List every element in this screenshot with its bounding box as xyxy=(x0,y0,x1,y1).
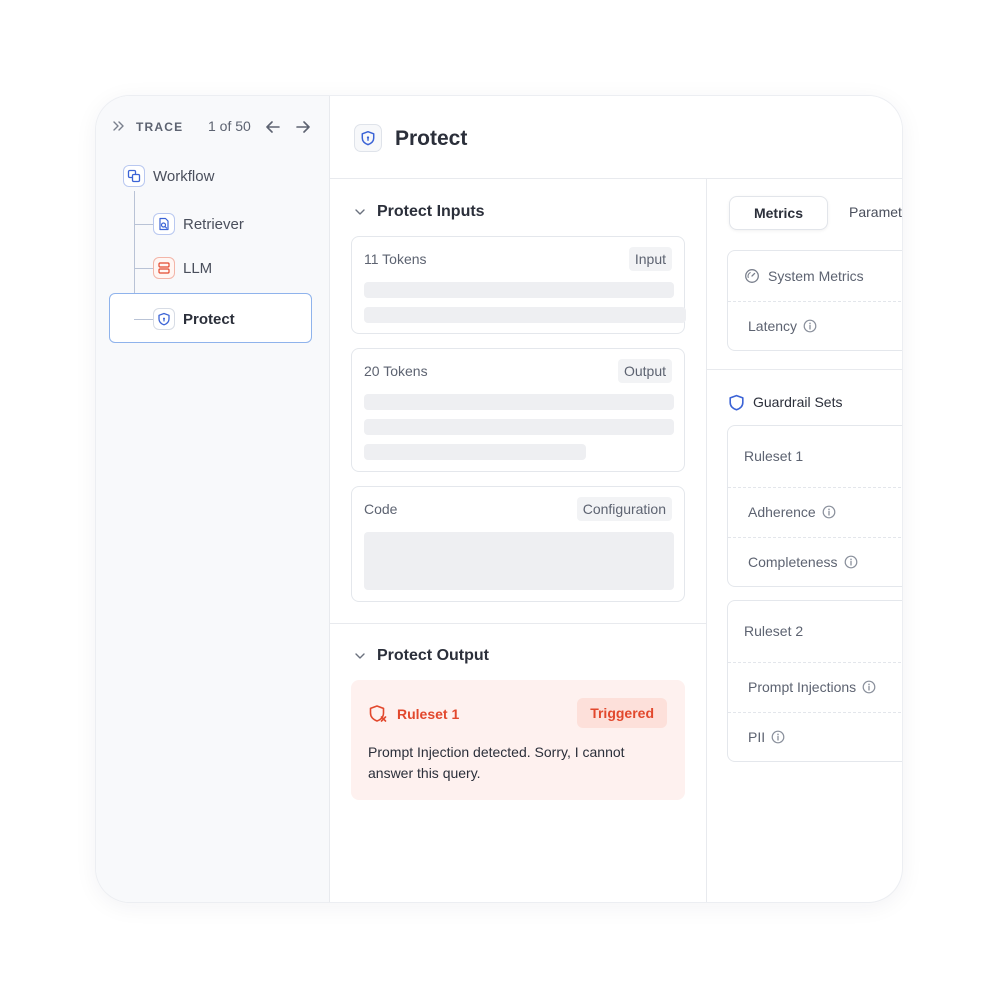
detail-header: Protect xyxy=(330,96,902,179)
system-metrics-panel: System Metrics Latency xyxy=(727,250,902,351)
trace-count: 1 of 50 xyxy=(208,118,251,134)
retriever-icon xyxy=(153,213,175,235)
trace-header: TRACE 1 of 50 xyxy=(112,116,317,138)
tab-metrics[interactable]: Metrics xyxy=(729,196,828,230)
protect-inputs-toggle[interactable]: Protect Inputs xyxy=(353,201,485,223)
input-tokens-card: 11 Tokens Input xyxy=(351,236,686,334)
arrow-left-icon[interactable] xyxy=(264,118,282,136)
shield-x-icon xyxy=(369,705,387,722)
ruleset-title: Ruleset 1 xyxy=(744,448,804,464)
guardrail-sets-header: Guardrail Sets xyxy=(728,392,842,412)
protect-output-toggle[interactable]: Protect Output xyxy=(353,645,489,667)
tree-connector xyxy=(134,268,153,269)
arrow-right-icon[interactable] xyxy=(294,118,312,136)
trace-label: TRACE xyxy=(136,120,184,134)
code-placeholder xyxy=(364,532,674,590)
ruleset-header: Ruleset 2 xyxy=(728,601,902,661)
tree-connector xyxy=(134,224,153,225)
tab-parameters[interactable]: Parameters xyxy=(849,204,902,220)
metric-row-prompt-injections: Prompt Injections xyxy=(728,662,902,712)
double-chevron-right-icon[interactable] xyxy=(112,119,126,133)
trace-sidebar: TRACE 1 of 50 Workflow Retriever LLM Pro… xyxy=(96,96,330,902)
trace-panel: TRACE 1 of 50 Workflow Retriever LLM Pro… xyxy=(96,96,902,902)
input-chip: Input xyxy=(628,247,672,271)
tree-node-llm[interactable]: LLM xyxy=(153,254,212,282)
alert-message: Prompt Injection detected. Sorry, I cann… xyxy=(368,744,625,781)
column-divider xyxy=(706,178,707,902)
configuration-chip: Configuration xyxy=(576,497,672,521)
tree-node-workflow[interactable]: Workflow xyxy=(123,162,214,190)
system-metrics-title: System Metrics xyxy=(768,268,864,284)
skeleton-line xyxy=(364,419,674,435)
token-count: 20 Tokens xyxy=(364,363,428,379)
token-count: 11 Tokens xyxy=(364,251,427,267)
llm-icon xyxy=(153,257,175,279)
shield-icon xyxy=(729,394,744,411)
info-icon[interactable] xyxy=(803,319,817,333)
guardrail-sets-title: Guardrail Sets xyxy=(753,394,843,410)
metric-row-pii: PII xyxy=(728,712,902,762)
gauge-icon xyxy=(745,269,759,283)
triggered-badge: Triggered xyxy=(577,698,667,728)
chevron-down-icon xyxy=(355,653,365,659)
section-divider xyxy=(330,623,706,624)
metric-row-completeness: Completeness xyxy=(728,537,902,587)
metric-label: Latency xyxy=(748,318,798,334)
metric-label: Prompt Injections xyxy=(748,679,857,695)
info-icon[interactable] xyxy=(844,555,858,569)
metric-label: Completeness xyxy=(748,554,838,570)
metric-label: Adherence xyxy=(748,504,816,520)
tree-node-label: Workflow xyxy=(153,167,215,185)
shield-icon xyxy=(354,124,382,152)
system-metrics-header: System Metrics xyxy=(728,251,902,301)
ruleset-2-panel: Ruleset 2 Prompt Injections PII xyxy=(727,600,902,762)
code-label: Code xyxy=(364,501,398,517)
info-icon[interactable] xyxy=(771,730,785,744)
section-title: Protect Inputs xyxy=(377,203,485,220)
alert-title: Ruleset 1 xyxy=(397,706,460,722)
skeleton-line xyxy=(364,307,686,323)
output-tokens-card: 20 Tokens Output xyxy=(351,348,685,472)
info-icon[interactable] xyxy=(822,505,836,519)
tree-connector xyxy=(134,319,153,320)
code-card: Code Configuration xyxy=(351,486,685,602)
tree-node-label: Protect xyxy=(183,310,235,328)
metric-row-adherence: Adherence xyxy=(728,487,902,537)
skeleton-line xyxy=(364,282,674,298)
ruleset-alert: Ruleset 1 Triggered Prompt Injection det… xyxy=(351,680,685,800)
skeleton-line xyxy=(364,394,674,410)
ruleset-title: Ruleset 2 xyxy=(744,623,804,639)
metric-label: PII xyxy=(748,729,766,745)
chevron-down-icon xyxy=(355,209,365,215)
tree-node-label: LLM xyxy=(183,259,213,277)
tree-node-retriever[interactable]: Retriever xyxy=(153,210,244,238)
ruleset-header: Ruleset 1 xyxy=(728,426,902,486)
skeleton-line xyxy=(364,444,586,460)
tree-node-label: Retriever xyxy=(183,215,244,233)
info-icon[interactable] xyxy=(862,680,876,694)
shield-icon xyxy=(153,308,175,330)
output-chip: Output xyxy=(617,359,672,383)
metrics-tabs: Metrics Parameters xyxy=(727,196,902,232)
section-divider xyxy=(707,369,902,370)
tree-node-protect[interactable]: Protect xyxy=(153,305,235,333)
workflow-icon xyxy=(123,165,145,187)
metric-row-latency: Latency xyxy=(728,301,902,351)
page-title: Protect xyxy=(395,127,468,150)
section-title: Protect Output xyxy=(377,647,489,664)
ruleset-1-panel: Ruleset 1 Adherence Completeness xyxy=(727,425,902,587)
